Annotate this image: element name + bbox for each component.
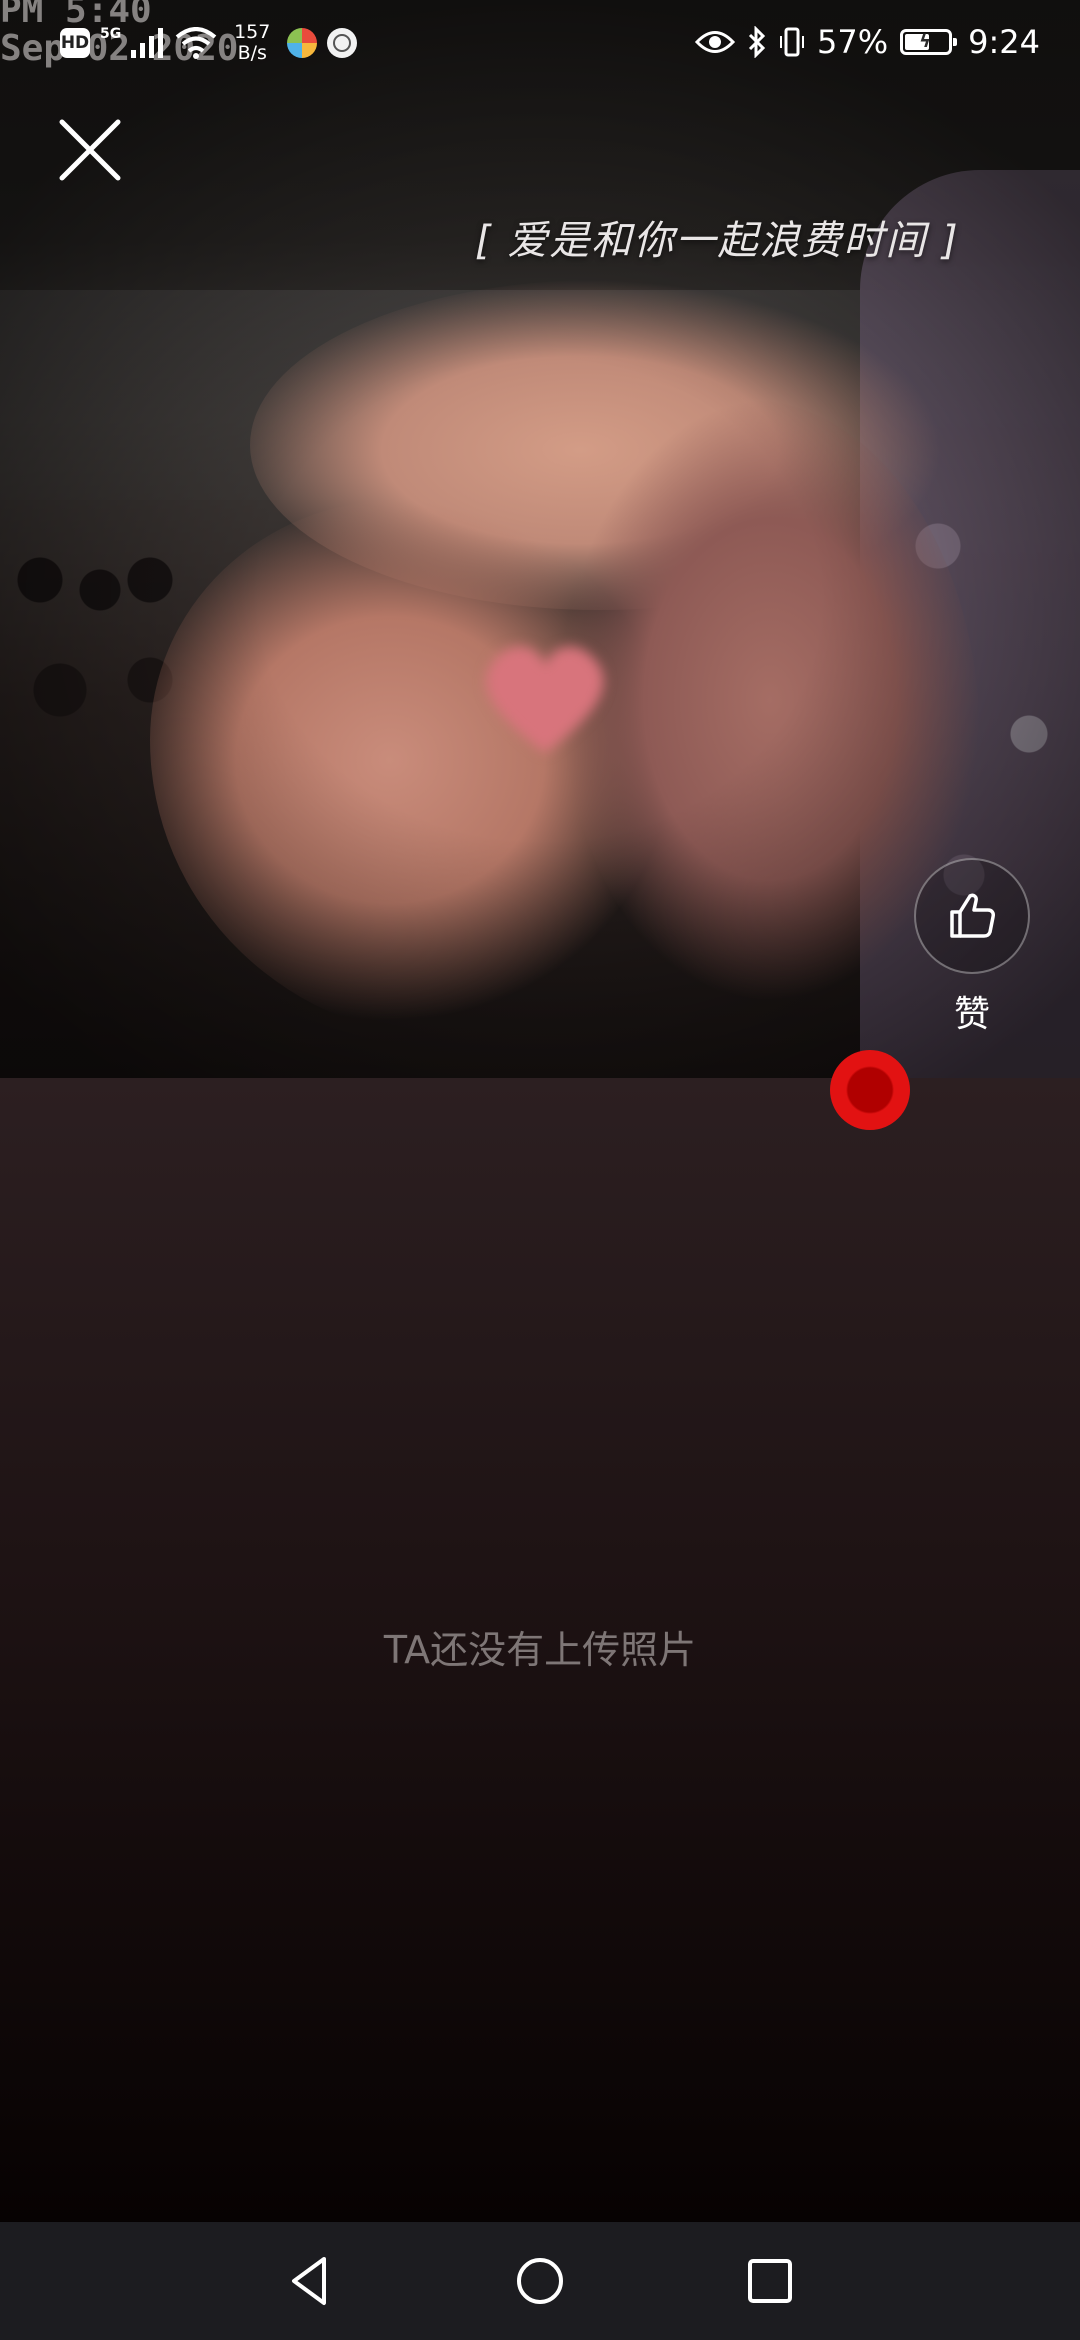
empty-state-message: TA还没有上传照片: [383, 1628, 697, 1672]
net-speed-value: 157: [234, 21, 271, 43]
net-speed: 157 B/s: [227, 22, 277, 64]
network-type: 5G: [100, 26, 122, 42]
like-button[interactable]: [914, 858, 1030, 974]
navigation-bar: [0, 2222, 1080, 2340]
status-bar-right: 57% ϟ 9:24: [695, 14, 1040, 70]
back-button[interactable]: [280, 2251, 340, 2311]
back-icon: [292, 2257, 326, 2305]
recents-icon: [748, 2259, 792, 2303]
thumbs-up-icon: [950, 893, 995, 938]
eye-icon: [695, 31, 736, 53]
app-notification-icon: [327, 28, 358, 58]
vibrate-icon: [780, 27, 805, 57]
status-bar-left: HD 5G 157 B/s: [60, 18, 358, 68]
charging-bolt-icon: ϟ: [919, 31, 932, 52]
status-bar: PM 5:40 Sep 02 2020 HD 5G 157 B/s 57% ϟ …: [0, 0, 1080, 84]
battery-tip: [953, 38, 958, 46]
screen: [ 爱是和你一起浪费时间 ] PM 5:40 Sep 02 2020 HD 5G: [0, 0, 1080, 2340]
app-notification-icon: [287, 28, 318, 58]
close-button[interactable]: [50, 110, 130, 190]
bluetooth-icon: [748, 26, 766, 58]
battery-charging-icon: ϟ: [900, 29, 958, 55]
battery-percent: 57%: [817, 23, 889, 61]
signal-icon: [131, 28, 164, 58]
like-label: 赞: [953, 994, 990, 1035]
home-button[interactable]: [510, 2251, 570, 2311]
home-icon: [517, 2258, 563, 2304]
clock: 9:24: [968, 23, 1040, 61]
photo-caption: [ 爱是和你一起浪费时间 ]: [475, 218, 960, 264]
close-icon: [59, 119, 121, 181]
record-button[interactable]: [830, 1050, 910, 1130]
hd-icon: HD: [60, 28, 90, 58]
net-speed-unit: B/s: [237, 42, 267, 64]
recents-button[interactable]: [740, 2251, 800, 2311]
wifi-icon: [175, 27, 217, 59]
